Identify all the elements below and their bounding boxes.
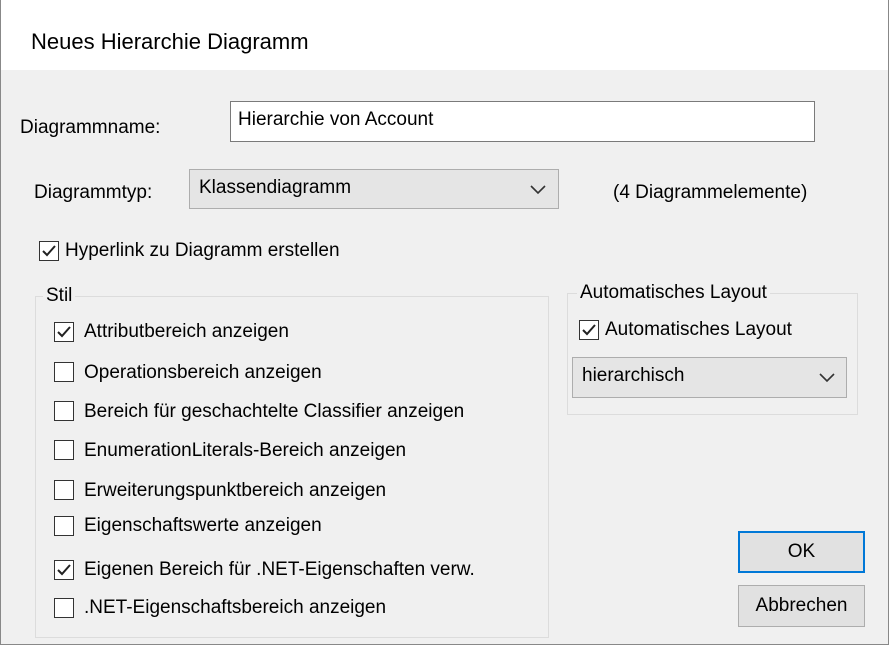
checkmark-icon	[57, 326, 71, 338]
show-extension-point-section-label: Erweiterungspunktbereich anzeigen	[84, 480, 387, 501]
checkmark-icon	[57, 564, 71, 576]
layout-mode-select[interactable]: hierarchisch	[572, 357, 847, 398]
hyperlink-checkbox[interactable]	[39, 241, 59, 261]
own-net-properties-section-checkbox[interactable]	[54, 560, 74, 580]
style-group-legend: Stil	[43, 285, 76, 307]
cancel-button[interactable]: Abbrechen	[738, 585, 865, 627]
cancel-button-label: Abbrechen	[755, 595, 848, 616]
show-attribute-section-checkbox[interactable]	[54, 322, 74, 342]
ok-button-label: OK	[787, 541, 816, 562]
show-enumeration-literals-section-checkbox[interactable]	[54, 440, 74, 460]
style-group	[35, 296, 549, 638]
diagram-name-input[interactable]: Hierarchie von Account	[230, 101, 815, 142]
diagram-type-value: Klassendiagramm	[199, 177, 352, 198]
diagram-type-label: Diagrammtyp:	[34, 182, 153, 203]
show-extension-point-section-checkbox[interactable]	[54, 480, 74, 500]
chevron-down-icon	[819, 373, 835, 383]
show-net-properties-section-checkbox[interactable]	[54, 598, 74, 618]
layout-mode-value: hierarchisch	[582, 365, 685, 386]
ok-button[interactable]: OK	[738, 531, 865, 573]
show-net-properties-section-label: .NET-Eigenschaftsbereich anzeigen	[84, 597, 387, 618]
new-hierarchy-diagram-dialog: Neues Hierarchie Diagramm Diagrammname: …	[0, 0, 889, 645]
title-bar: Neues Hierarchie Diagramm	[1, 0, 888, 70]
show-enumeration-literals-section-label: EnumerationLiterals-Bereich anzeigen	[84, 440, 407, 461]
diagram-name-value: Hierarchie von Account	[238, 109, 434, 130]
dialog-title: Neues Hierarchie Diagramm	[31, 29, 309, 54]
show-attribute-section-label: Attributbereich anzeigen	[84, 321, 289, 342]
hyperlink-label: Hyperlink zu Diagramm erstellen	[65, 240, 340, 261]
show-tagged-values-checkbox[interactable]	[54, 516, 74, 536]
diagram-type-select[interactable]: Klassendiagramm	[189, 169, 559, 209]
checkmark-icon	[582, 324, 596, 336]
auto-layout-group-legend: Automatisches Layout	[577, 282, 770, 304]
show-nested-classifier-section-label: Bereich für geschachtelte Classifier anz…	[84, 401, 465, 422]
auto-layout-label: Automatisches Layout	[605, 319, 792, 340]
chevron-down-icon	[530, 185, 546, 195]
show-nested-classifier-section-checkbox[interactable]	[54, 401, 74, 421]
auto-layout-checkbox[interactable]	[579, 320, 599, 340]
own-net-properties-section-label: Eigenen Bereich für .NET-Eigenschaften v…	[84, 559, 475, 580]
show-operation-section-checkbox[interactable]	[54, 362, 74, 382]
diagram-name-label: Diagrammname:	[20, 117, 161, 138]
checkmark-icon	[42, 245, 56, 257]
diagram-element-count: (4 Diagrammelemente)	[613, 182, 808, 203]
show-tagged-values-label: Eigenschaftswerte anzeigen	[84, 515, 322, 536]
show-operation-section-label: Operationsbereich anzeigen	[84, 362, 322, 383]
